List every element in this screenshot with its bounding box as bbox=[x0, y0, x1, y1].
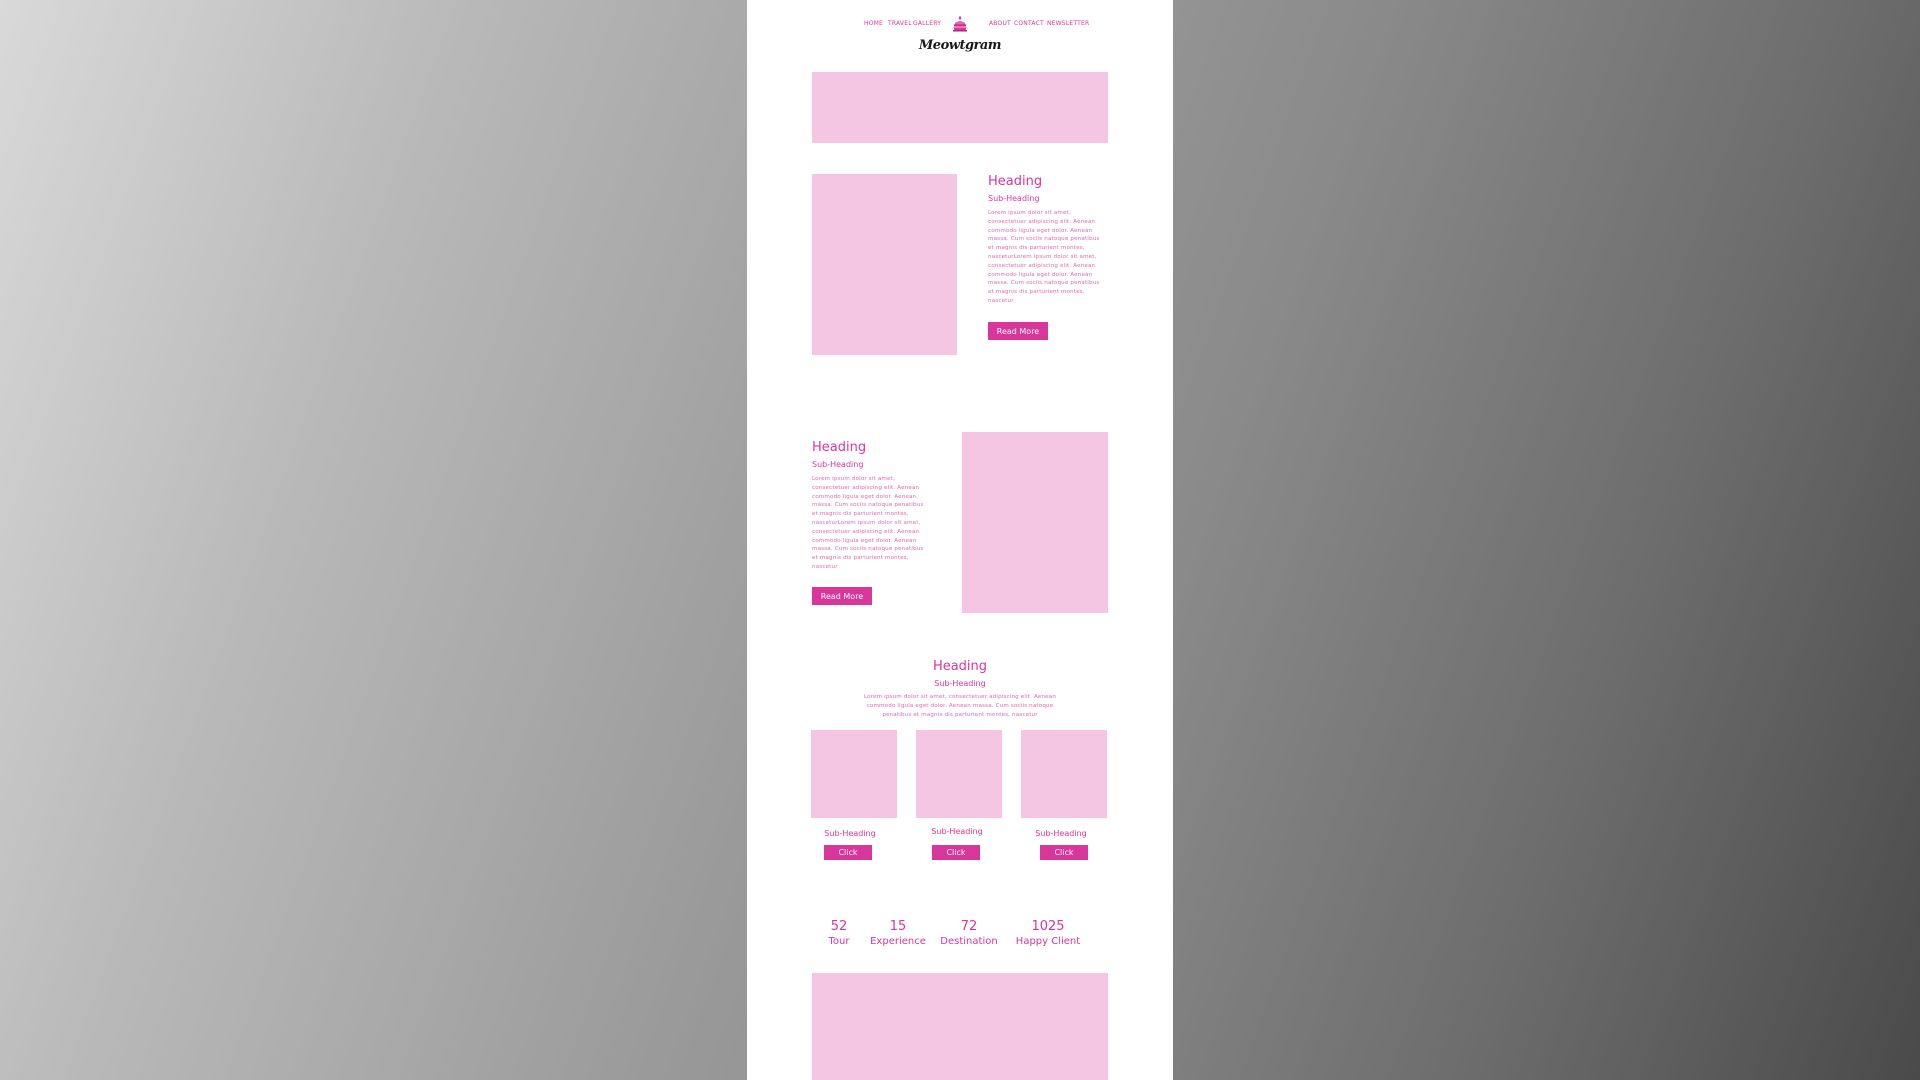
section3-body: Lorem ipsum dolor sit amet, consectetuer… bbox=[863, 694, 1057, 718]
stat-tour: 52 Tour bbox=[812, 919, 866, 947]
section2-body: Lorem ipsum dolor sit amet, consectetuer… bbox=[812, 476, 924, 570]
stat-number: 15 bbox=[889, 919, 907, 934]
stat-label: Experience bbox=[870, 936, 926, 947]
nav-about[interactable]: ABOUT bbox=[989, 20, 1011, 27]
card-click-button[interactable]: Click bbox=[932, 845, 980, 860]
section2-heading: Heading bbox=[812, 440, 867, 455]
section1-body: Lorem ipsum dolor sit amet, consectetuer… bbox=[988, 210, 1100, 304]
section1-heading: Heading bbox=[988, 174, 1043, 189]
card-image-placeholder bbox=[811, 730, 897, 818]
card-click-button[interactable]: Click bbox=[1040, 845, 1088, 860]
card-click-button[interactable]: Click bbox=[824, 845, 872, 860]
footer-banner-placeholder bbox=[812, 973, 1108, 1080]
nav-newsletter[interactable]: NEWSLETTER bbox=[1047, 20, 1089, 27]
stat-destination: 72 Destination bbox=[934, 919, 1004, 947]
hero-banner-placeholder bbox=[812, 72, 1108, 143]
section2-image-placeholder bbox=[962, 432, 1108, 613]
stat-number: 1025 bbox=[1031, 919, 1065, 934]
stat-number: 52 bbox=[830, 919, 848, 934]
stat-label: Destination bbox=[940, 936, 998, 947]
section2-subheading: Sub-Heading bbox=[812, 460, 864, 469]
brand-logo[interactable]: Meowtgram bbox=[747, 38, 1173, 53]
section3-subheading: Sub-Heading bbox=[934, 679, 986, 688]
section3-heading: Heading bbox=[932, 659, 988, 674]
top-nav: HOME TRAVEL GALLERY ABOUT CONTACT NEWSLE… bbox=[747, 14, 1173, 36]
stat-happy-client: 1025 Happy Client bbox=[1009, 919, 1087, 947]
nav-home[interactable]: HOME bbox=[864, 20, 883, 27]
section1-image-placeholder bbox=[812, 174, 957, 355]
cake-icon[interactable] bbox=[952, 16, 968, 32]
card-image-placeholder bbox=[1021, 730, 1107, 818]
stat-experience: 15 Experience bbox=[866, 919, 930, 947]
section2-read-more-button[interactable]: Read More bbox=[812, 587, 872, 605]
card-subheading: Sub-Heading bbox=[931, 827, 983, 836]
stat-label: Happy Client bbox=[1015, 936, 1081, 947]
stat-label: Tour bbox=[828, 936, 850, 947]
card-subheading: Sub-Heading bbox=[1035, 829, 1087, 838]
nav-contact[interactable]: CONTACT bbox=[1014, 20, 1044, 27]
card-subheading: Sub-Heading bbox=[824, 829, 876, 838]
section1-read-more-button[interactable]: Read More bbox=[988, 322, 1048, 340]
stat-number: 72 bbox=[960, 919, 978, 934]
nav-gallery[interactable]: GALLERY bbox=[913, 20, 941, 27]
nav-travel[interactable]: TRAVEL bbox=[888, 20, 912, 27]
card-image-placeholder bbox=[916, 730, 1002, 818]
page: HOME TRAVEL GALLERY ABOUT CONTACT NEWSLE… bbox=[747, 0, 1173, 1080]
section1-subheading: Sub-Heading bbox=[988, 194, 1040, 203]
